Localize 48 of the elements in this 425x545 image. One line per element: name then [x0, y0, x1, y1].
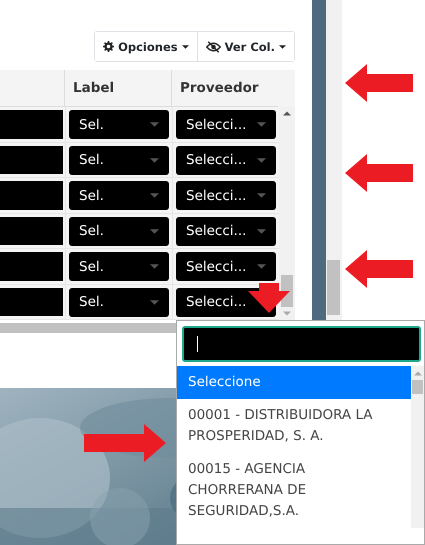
arrow-icon	[345, 64, 413, 102]
arrow-icon	[248, 283, 290, 313]
caret-icon	[257, 158, 266, 162]
select-field[interactable]: Selecci...	[176, 181, 276, 210]
arrow-icon	[345, 154, 413, 192]
scrollbar[interactable]	[411, 366, 424, 528]
arrow-icon	[345, 250, 413, 288]
select-field[interactable]: Selecci...	[176, 216, 276, 246]
search-field[interactable]	[182, 326, 421, 362]
caret-icon	[257, 122, 266, 127]
masked-cell	[0, 146, 63, 174]
select-field[interactable]: Sel.	[69, 181, 169, 210]
masked-cell	[0, 288, 63, 316]
select-field[interactable]: Selecci...	[176, 252, 276, 281]
dropdown-button[interactable]: Opciones	[95, 32, 198, 61]
caret-icon	[279, 44, 286, 48]
masked-cell	[0, 216, 63, 245]
scrollbar-thumb[interactable]	[327, 260, 340, 315]
arrow-icon	[84, 424, 166, 462]
select-field[interactable]: Sel.	[69, 110, 169, 139]
scroll-down-icon[interactable]	[283, 311, 291, 316]
scrollbar-thumb[interactable]	[412, 380, 423, 394]
caret-icon	[257, 264, 266, 269]
scrollbar[interactable]	[279, 107, 295, 320]
caret-icon	[150, 158, 159, 162]
option[interactable]: Seleccione	[177, 366, 411, 399]
select-field[interactable]: Selecci...	[176, 146, 276, 174]
scroll-up-icon[interactable]	[283, 111, 291, 116]
caret-icon	[150, 122, 159, 127]
select-field[interactable]: Sel.	[69, 146, 169, 174]
gear-icon	[103, 41, 114, 52]
caret-icon	[150, 264, 159, 269]
caret-icon	[182, 44, 189, 48]
masked-cell	[0, 110, 63, 138]
masked-cell	[0, 181, 63, 210]
option[interactable]: 00015 - AGENCIA CHORRERANA DE SEGURIDAD,S.A.	[177, 453, 411, 528]
caret-icon	[150, 228, 159, 234]
select-field[interactable]: Sel.	[69, 216, 169, 246]
masked-cell	[0, 252, 63, 280]
select-field[interactable]: Sel.	[69, 252, 169, 281]
eye-slash-icon	[206, 40, 221, 52]
caret-icon	[257, 228, 266, 234]
caret-icon	[150, 193, 159, 198]
caret-icon	[257, 193, 266, 198]
select-field[interactable]: Selecci...	[176, 110, 276, 139]
caret-icon	[150, 300, 159, 304]
select-field[interactable]: Sel.	[69, 288, 169, 316]
option[interactable]: 00001 - DISTRIBUIDORA LA PROSPERIDAD, S. A.	[177, 399, 411, 453]
